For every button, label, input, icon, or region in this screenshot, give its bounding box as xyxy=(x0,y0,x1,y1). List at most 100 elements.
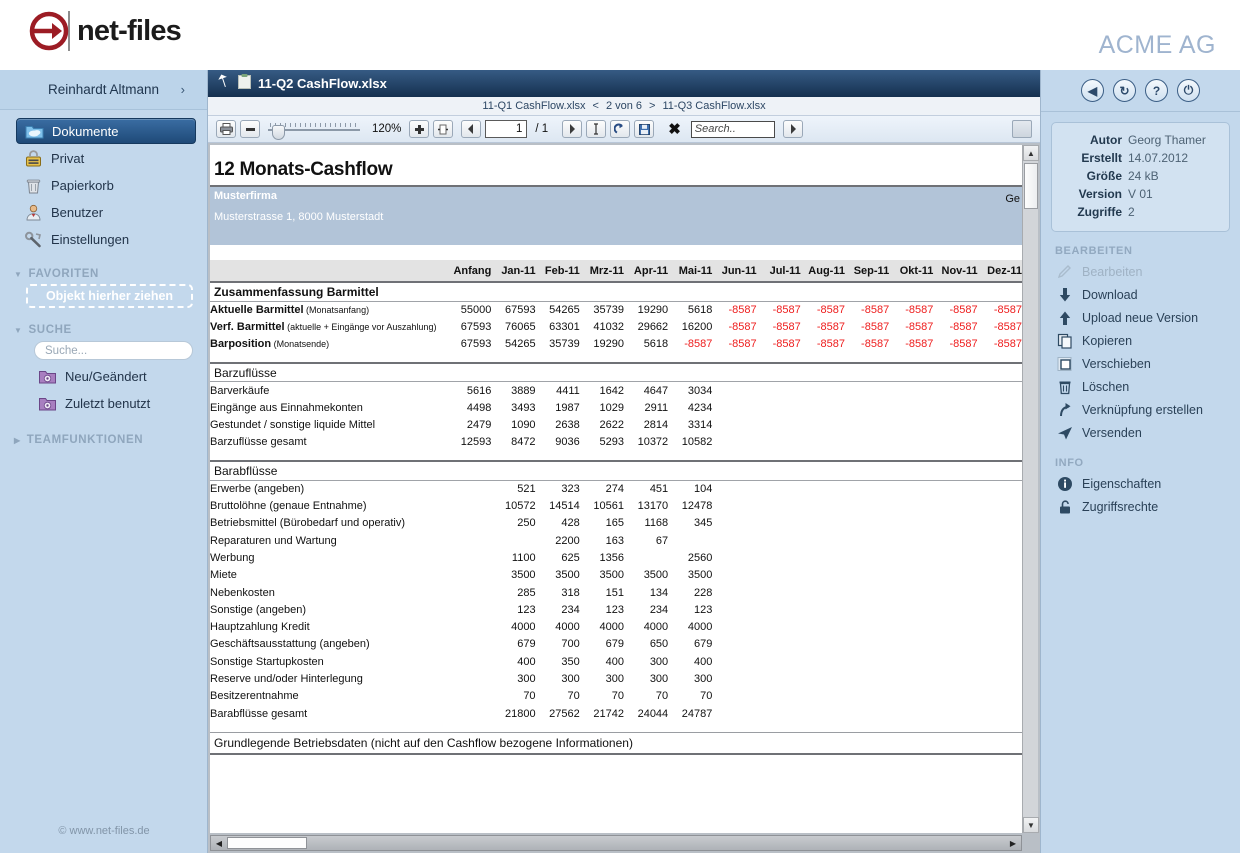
table-cell xyxy=(447,515,491,532)
sidebar-item-benutzer[interactable]: Benutzer xyxy=(16,199,196,225)
favorites-drop-zone[interactable]: Objekt hierher ziehen xyxy=(26,284,193,308)
sidebar-toggle-icon[interactable] xyxy=(1012,120,1032,138)
table-cell: 24787 xyxy=(681,707,713,720)
table-cell xyxy=(889,399,933,416)
rotate-button[interactable] xyxy=(610,120,631,138)
scroll-right-button[interactable]: ▶ xyxy=(1006,836,1020,850)
row-label: Barzuflüsse gesamt xyxy=(210,436,307,449)
action-eigenschaften[interactable]: Eigenschaften xyxy=(1041,472,1240,495)
action-zugriffsrechte[interactable]: Zugriffsrechte xyxy=(1041,495,1240,518)
sidebar-item-papierkorb[interactable]: Papierkorb xyxy=(16,172,196,198)
breadcrumb-prev-file[interactable]: 11-Q1 CashFlow.xlsx xyxy=(482,100,585,112)
table-cell xyxy=(712,618,756,635)
table-cell xyxy=(933,549,977,566)
sidebar-item-neu-geaendert[interactable]: Neu/Geändert xyxy=(30,363,196,389)
search-input[interactable]: Suche... xyxy=(34,341,193,360)
table-cell: 350 xyxy=(561,655,580,668)
back-triangle-icon[interactable]: ◀ xyxy=(1081,79,1104,102)
table-cell: 3500 xyxy=(687,569,713,582)
spreadsheet-canvas[interactable]: 12 Monats-Cashflow Ge Musterfirma Muster… xyxy=(210,145,1022,833)
table-cell: 14514 xyxy=(549,500,580,513)
action-upload-neue-version[interactable]: Upload neue Version xyxy=(1041,306,1240,329)
horizontal-scrollbar[interactable]: ◀ ▶ xyxy=(210,835,1022,851)
next-page-button[interactable] xyxy=(562,120,583,138)
sidebar-item-privat[interactable]: Privat xyxy=(16,145,196,171)
scroll-down-button[interactable]: ▼ xyxy=(1023,817,1039,833)
refresh-icon[interactable]: ↻ xyxy=(1113,79,1136,102)
spacer xyxy=(210,245,1022,260)
trash-icon xyxy=(1057,379,1073,395)
text-select-button[interactable] xyxy=(586,120,607,138)
zoom-out-button[interactable] xyxy=(240,120,260,138)
print-button[interactable] xyxy=(216,120,236,138)
sidebar-item-label: Zuletzt benutzt xyxy=(65,395,151,411)
brand-logo[interactable]: net-files xyxy=(28,10,182,52)
save-button[interactable] xyxy=(634,120,655,138)
sidebar-item-einstellungen[interactable]: Einstellungen xyxy=(16,226,196,252)
table-cell xyxy=(447,670,491,687)
table-cell xyxy=(712,636,756,653)
sidebar-user-row[interactable]: Reinhardt Altmann › xyxy=(0,70,207,110)
table-cell: -8587 xyxy=(949,320,978,333)
table-cell: 4000 xyxy=(643,621,669,634)
sidebar-item-zuletzt-benutzt[interactable]: Zuletzt benutzt xyxy=(30,390,196,416)
page-number-input[interactable]: 1 xyxy=(485,120,528,138)
breadcrumb-next-arrow[interactable]: > xyxy=(649,100,655,112)
scroll-left-button[interactable]: ◀ xyxy=(212,836,226,850)
help-icon[interactable]: ? xyxy=(1145,79,1168,102)
table-cell: 2560 xyxy=(687,551,713,564)
zoom-in-button[interactable] xyxy=(409,120,430,138)
action-versenden[interactable]: Versenden xyxy=(1041,421,1240,444)
breadcrumb-next-file[interactable]: 11-Q3 CashFlow.xlsx xyxy=(662,100,765,112)
table-cell: 2200 xyxy=(555,534,580,547)
sidebar-item-label: Benutzer xyxy=(51,204,104,220)
table-cell xyxy=(801,416,845,433)
breadcrumb-prev-arrow[interactable]: < xyxy=(593,100,599,112)
column-header: Nov-11 xyxy=(933,260,978,282)
trash-icon xyxy=(24,176,43,195)
vertical-scroll-thumb[interactable] xyxy=(1024,163,1038,209)
table-cell: 300 xyxy=(649,672,669,685)
fit-width-button[interactable] xyxy=(433,120,454,138)
document-titlebar: 11-Q2 CashFlow.xlsx xyxy=(208,70,1040,97)
action-label: Kopieren xyxy=(1082,333,1133,348)
action-loeschen[interactable]: Löschen xyxy=(1041,375,1240,398)
pencil-icon xyxy=(1057,264,1073,280)
metadata-key: Erstellt xyxy=(1081,151,1122,165)
move-icon xyxy=(1057,356,1073,372)
scroll-up-button[interactable]: ▲ xyxy=(1023,145,1039,161)
slider-handle[interactable] xyxy=(272,125,285,140)
table-cell xyxy=(447,567,491,584)
sidebar-section-teamfunktionen[interactable]: ▶ TEAMFUNKTIONEN xyxy=(14,434,207,446)
sidebar-item-dokumente[interactable]: Dokumente xyxy=(16,118,196,144)
vertical-scrollbar[interactable]: ▲ ▼ xyxy=(1022,145,1039,833)
power-icon[interactable]: ⏻ xyxy=(1177,79,1200,102)
action-bearbeiten[interactable]: Bearbeiten xyxy=(1041,260,1240,283)
metadata-value: 14.07.2012 xyxy=(1128,151,1189,165)
table-cell: -8587 xyxy=(861,338,890,351)
table-cell xyxy=(801,497,845,514)
section-heading-row: Barzuflüsse xyxy=(210,361,1022,382)
search-next-button[interactable] xyxy=(782,120,803,138)
horizontal-scroll-thumb[interactable] xyxy=(227,837,307,849)
spacer-row xyxy=(210,353,1022,363)
action-kopieren[interactable]: Kopieren xyxy=(1041,329,1240,352)
prev-page-button[interactable] xyxy=(461,120,482,138)
sidebar-section-suche[interactable]: ▼ SUCHE xyxy=(14,324,207,336)
action-verknuepfung-erstellen[interactable]: Verknüpfung erstellen xyxy=(1041,398,1240,421)
zoom-slider[interactable] xyxy=(268,120,360,140)
table-cell: 5618 xyxy=(668,300,713,319)
action-download[interactable]: Download xyxy=(1041,283,1240,306)
sidebar-username: Reinhardt Altmann xyxy=(47,82,160,97)
table-cell: 3500 xyxy=(643,569,669,582)
action-verschieben[interactable]: Verschieben xyxy=(1041,352,1240,375)
close-search-button[interactable]: ✖ xyxy=(668,120,681,138)
table-cell: 67 xyxy=(655,534,669,547)
table-cell: -8587 xyxy=(977,300,1022,319)
table-cell xyxy=(801,636,845,653)
back-arrow-icon[interactable] xyxy=(218,74,231,93)
viewer-search-input[interactable]: Search.. xyxy=(690,120,775,138)
sidebar-section-favoriten[interactable]: ▼ FAVORITEN xyxy=(14,268,207,280)
folder-cloud-icon xyxy=(25,122,44,141)
table-cell xyxy=(933,381,978,400)
